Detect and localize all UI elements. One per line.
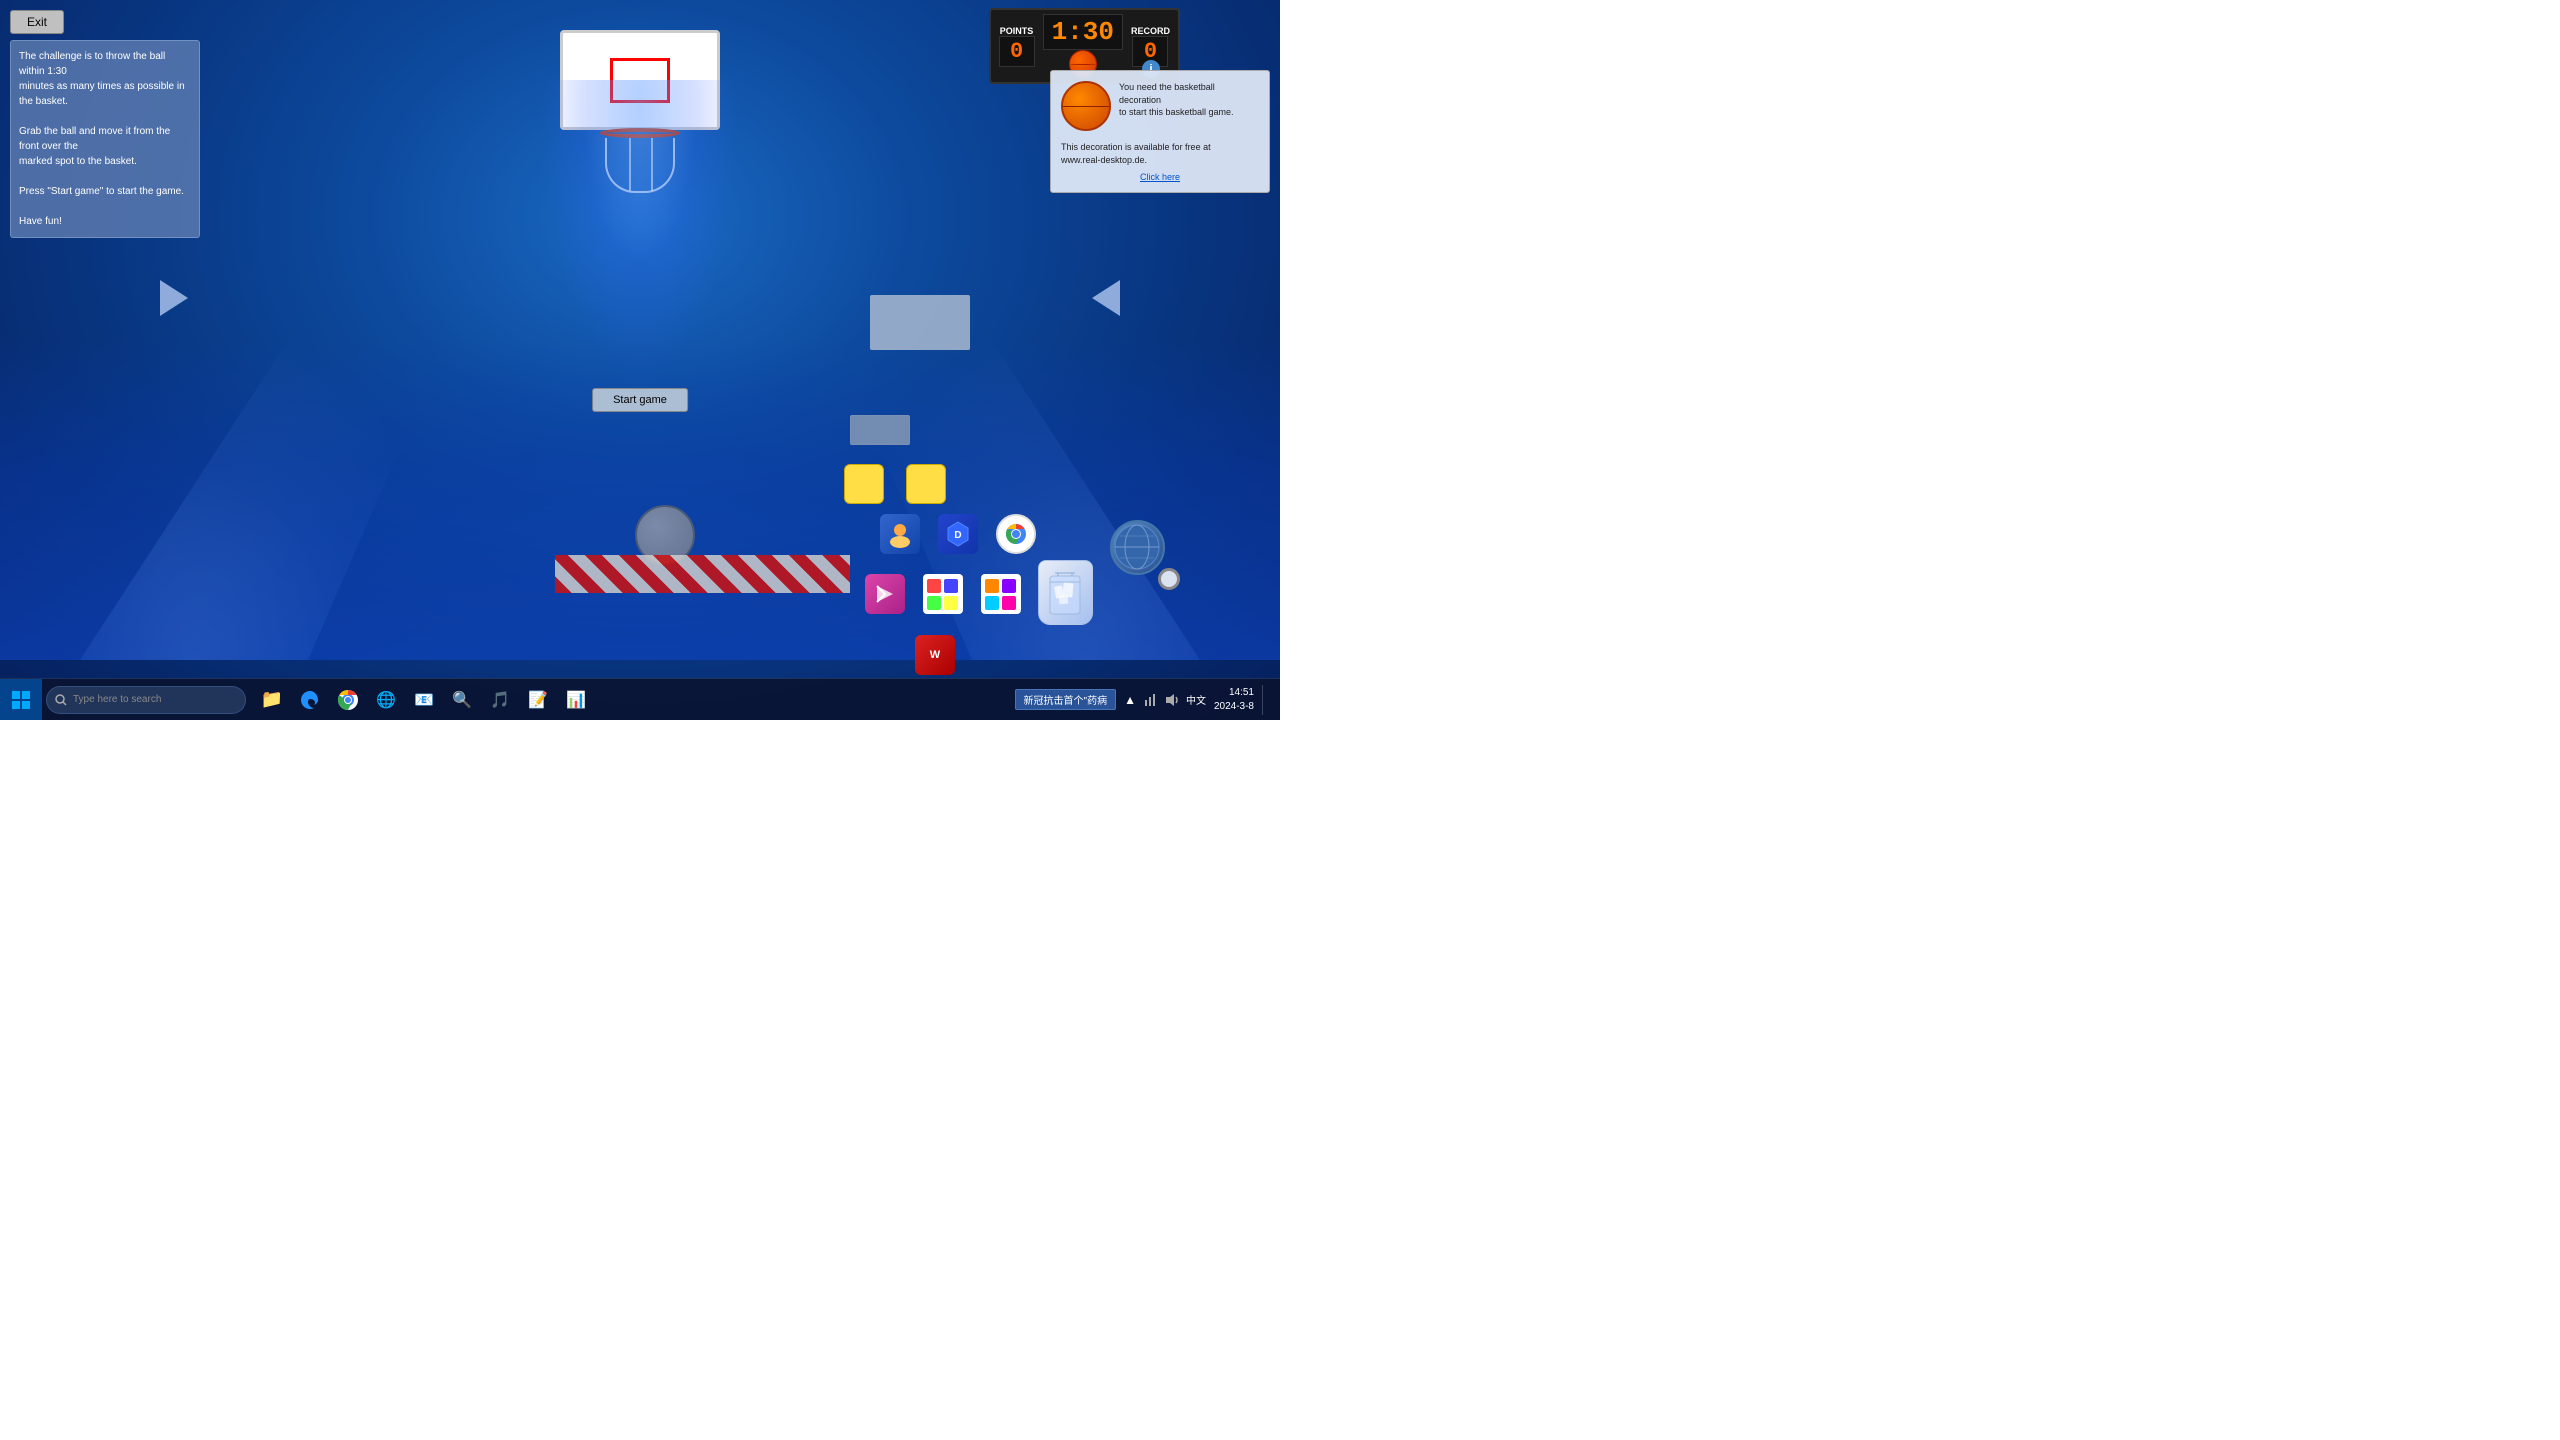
record-label: Record xyxy=(1131,26,1170,36)
icon-group-apps: D xyxy=(876,510,1040,558)
desktop-icon-chrome[interactable] xyxy=(992,510,1040,558)
tray-icon-up[interactable]: ▲ xyxy=(1124,693,1136,707)
magnifier-icon xyxy=(1158,568,1180,590)
floating-window-2 xyxy=(850,415,910,445)
floating-window-1 xyxy=(870,295,970,350)
points-label: Points xyxy=(1000,26,1034,36)
desktop-icon-wps[interactable]: W xyxy=(915,635,955,675)
clock-display[interactable]: 14:51 2024-3-8 xyxy=(1214,686,1254,714)
hazard-stripe xyxy=(555,555,850,593)
desktop-icon-person[interactable] xyxy=(876,510,924,558)
chrome-app-icon xyxy=(996,514,1036,554)
desktop-icon-sticky1[interactable] xyxy=(840,460,888,508)
sticky-note-icon-2 xyxy=(906,464,946,504)
speaker-icon[interactable] xyxy=(1164,692,1180,708)
svg-text:D: D xyxy=(954,530,961,541)
search-icon xyxy=(55,694,67,706)
notification-text[interactable]: 新冠抗击首个"药病 xyxy=(1015,689,1117,710)
click-here-link[interactable]: Click here xyxy=(1061,172,1259,182)
taskbar-icon-edge[interactable] xyxy=(292,682,328,718)
time: 14:51 xyxy=(1214,686,1254,700)
timer-value: 1:30 xyxy=(1043,14,1123,50)
net xyxy=(605,138,675,193)
date: 2024-3-8 xyxy=(1214,700,1254,714)
icon-group-stickies xyxy=(840,460,950,508)
chrome-taskbar-icon xyxy=(337,689,359,711)
taskbar-icon-app7[interactable]: 📝 xyxy=(520,682,556,718)
pink-app-icon xyxy=(865,574,905,614)
taskbar-icon-file[interactable]: 📁 xyxy=(254,682,290,718)
rim xyxy=(600,128,680,138)
instructions-panel: The challenge is to throw the ball withi… xyxy=(10,40,200,238)
taskbar-icon-chrome[interactable] xyxy=(330,682,366,718)
edge-icon xyxy=(299,689,321,711)
search-placeholder: Type here to search xyxy=(73,694,161,705)
sticky-note-icon-1 xyxy=(844,464,884,504)
taskbar-search[interactable]: Type here to search xyxy=(46,686,246,714)
start-game-button[interactable]: Start game xyxy=(592,388,688,412)
taskbar-icon-app4[interactable]: 📧 xyxy=(406,682,442,718)
exit-button[interactable]: Exit xyxy=(10,10,64,34)
system-tray: ▲ 中文 xyxy=(1124,692,1206,708)
taskbar-icon-app8[interactable]: 📊 xyxy=(558,682,594,718)
taskbar: Type here to search 📁 xyxy=(0,678,1280,720)
color-grid-icon-1 xyxy=(923,574,963,614)
icon-group-apps2 xyxy=(861,570,1025,618)
backboard-inner xyxy=(610,58,670,103)
dashlane-app-icon: D xyxy=(938,514,978,554)
wps-app-icon: W xyxy=(915,635,955,675)
taskbar-app-icons: 📁 🌐 📧 xyxy=(254,682,594,718)
desktop-icon-dashlane[interactable]: D xyxy=(934,510,982,558)
language-indicator[interactable]: 中文 xyxy=(1186,692,1206,707)
info-tooltip: You need the basketball decoration to st… xyxy=(1050,70,1270,193)
right-arrow[interactable] xyxy=(1092,280,1120,316)
desktop-icon-colors2[interactable] xyxy=(977,570,1025,618)
recycle-bin-icon xyxy=(1045,568,1085,618)
info-basketball-icon xyxy=(1061,81,1111,131)
recycle-bin-body xyxy=(1038,560,1093,625)
timer-section: 1:30 xyxy=(1043,14,1123,78)
info-extra-text: This decoration is available for free at… xyxy=(1061,141,1259,166)
windows-logo xyxy=(11,690,31,710)
desktop: Exit The challenge is to throw the ball … xyxy=(0,0,1280,720)
points-value: 0 xyxy=(999,36,1035,67)
start-button[interactable] xyxy=(0,679,42,721)
show-desktop-button[interactable] xyxy=(1262,685,1270,715)
globe-icon xyxy=(1110,520,1165,575)
left-arrow[interactable] xyxy=(160,280,188,316)
recycle-bin[interactable] xyxy=(1030,560,1100,640)
instructions-text: The challenge is to throw the ball withi… xyxy=(19,51,185,227)
desktop-icon-pink-app[interactable] xyxy=(861,570,909,618)
color-grid-icon-2 xyxy=(981,574,1021,614)
backboard xyxy=(560,30,720,130)
globe-search-widget[interactable] xyxy=(1110,520,1180,590)
globe-svg xyxy=(1112,522,1162,572)
taskbar-icon-app6[interactable]: 🎵 xyxy=(482,682,518,718)
taskbar-icon-app5[interactable]: 🔍 xyxy=(444,682,480,718)
basketball-hoop xyxy=(540,30,740,210)
desktop-icon-sticky2[interactable] xyxy=(902,460,950,508)
taskbar-icon-app3[interactable]: 🌐 xyxy=(368,682,404,718)
taskbar-right: 新冠抗击首个"药病 ▲ 中文 14:51 xyxy=(1015,685,1280,715)
points-section: Points 0 xyxy=(999,26,1035,67)
desktop-icon-colors1[interactable] xyxy=(919,570,967,618)
person-app-icon xyxy=(880,514,920,554)
network-icon[interactable] xyxy=(1142,692,1158,708)
